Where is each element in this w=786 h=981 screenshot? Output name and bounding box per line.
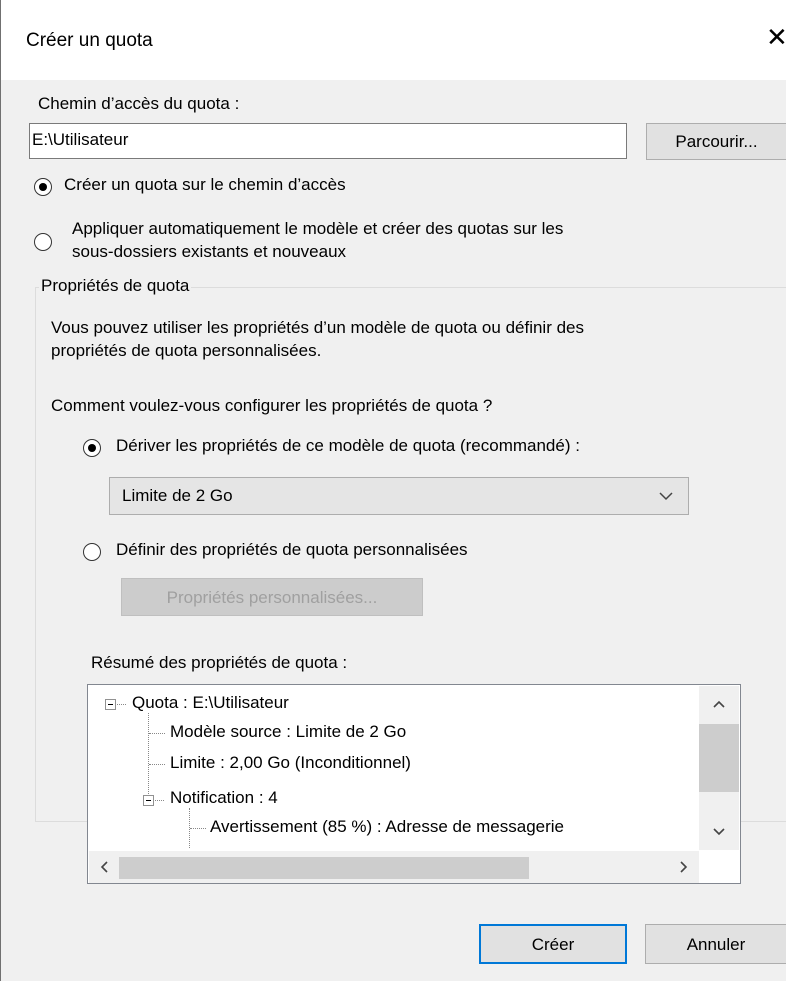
auto-apply-label-line1[interactable]: Appliquer automatiquement le modèle et c… bbox=[72, 219, 563, 239]
tree-node-limit[interactable]: Limite : 2,00 Go (Inconditionnel) bbox=[170, 753, 411, 773]
auto-apply-radio[interactable] bbox=[34, 233, 52, 251]
cancel-button[interactable]: Annuler bbox=[645, 924, 786, 964]
derive-template-label[interactable]: Dériver les propriétés de ce modèle de q… bbox=[116, 436, 580, 456]
chevron-left-icon[interactable] bbox=[99, 860, 109, 877]
custom-properties-label[interactable]: Définir des propriétés de quota personna… bbox=[116, 540, 468, 560]
tree-connector bbox=[149, 733, 165, 734]
collapse-root-toggle[interactable] bbox=[105, 699, 116, 710]
properties-description-line2: propriétés de quota personnalisées. bbox=[51, 341, 322, 360]
create-on-path-label[interactable]: Créer un quota sur le chemin d’accès bbox=[64, 175, 346, 195]
tree-node-warning[interactable]: Avertissement (85 %) : Adresse de messag… bbox=[210, 817, 564, 837]
vertical-scroll-thumb[interactable] bbox=[699, 724, 739, 792]
tree-connector bbox=[190, 828, 206, 829]
tree-node-notification[interactable]: Notification : 4 bbox=[170, 788, 278, 808]
radio-dot bbox=[87, 443, 96, 452]
template-select[interactable]: Limite de 2 Go bbox=[109, 477, 689, 515]
create-on-path-radio[interactable] bbox=[34, 178, 52, 196]
auto-apply-label-line2[interactable]: sous-dossiers existants et nouveaux bbox=[72, 242, 346, 262]
quota-properties-group-title: Propriétés de quota bbox=[39, 276, 192, 296]
derive-template-radio[interactable] bbox=[83, 439, 101, 457]
tree-vertical-scrollbar[interactable] bbox=[699, 686, 739, 850]
properties-description-line1: Vous pouvez utiliser les propriétés d’un… bbox=[51, 318, 585, 337]
dialog-title: Créer un quota bbox=[26, 30, 153, 51]
chevron-up-icon[interactable] bbox=[712, 696, 726, 712]
radio-dot bbox=[38, 182, 47, 191]
title-bar: Créer un quota ✕ bbox=[1, 0, 786, 80]
horizontal-scroll-thumb[interactable] bbox=[119, 857, 529, 879]
chevron-down-icon[interactable] bbox=[712, 824, 726, 840]
browse-button[interactable]: Parcourir... bbox=[646, 123, 786, 160]
template-select-value: Limite de 2 Go bbox=[122, 486, 233, 505]
properties-question: Comment voulez-vous configurer les propr… bbox=[51, 396, 493, 415]
custom-properties-radio[interactable] bbox=[83, 543, 101, 561]
summary-label: Résumé des propriétés de quota : bbox=[91, 653, 348, 672]
collapse-notification-toggle[interactable] bbox=[143, 795, 154, 806]
tree-connector bbox=[149, 764, 165, 765]
path-label: Chemin d’accès du quota : bbox=[38, 94, 240, 113]
tree-connector bbox=[117, 704, 126, 705]
close-icon[interactable]: ✕ bbox=[766, 22, 786, 53]
custom-properties-button[interactable]: Propriétés personnalisées... bbox=[121, 578, 423, 616]
tree-connector bbox=[155, 800, 164, 801]
tree-connector bbox=[148, 713, 149, 806]
path-input[interactable]: E:\Utilisateur bbox=[29, 123, 627, 159]
chevron-down-icon bbox=[658, 484, 674, 513]
chevron-right-icon[interactable] bbox=[679, 860, 689, 877]
tree-node-root[interactable]: Quota : E:\Utilisateur bbox=[132, 693, 289, 713]
tree-node-source[interactable]: Modèle source : Limite de 2 Go bbox=[170, 722, 406, 742]
create-button[interactable]: Créer bbox=[479, 924, 627, 964]
create-quota-dialog: Créer un quota ✕ Chemin d’accès du quota… bbox=[0, 0, 786, 981]
tree-horizontal-scrollbar[interactable] bbox=[89, 851, 699, 883]
